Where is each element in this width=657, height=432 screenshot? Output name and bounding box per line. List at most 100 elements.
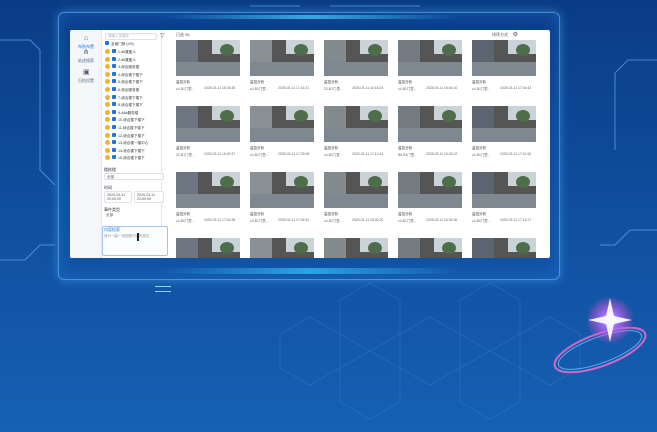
tree-node[interactable]: 10-综合楼下楼下 bbox=[105, 117, 145, 124]
content-search-input[interactable]: 请对一幅/一组图像内容的描述... bbox=[104, 234, 164, 252]
checkbox-icon[interactable] bbox=[112, 102, 116, 107]
sidebar-item-track[interactable]: ⋔ 轨迹搜索 bbox=[70, 49, 102, 64]
checkbox-icon[interactable] bbox=[112, 140, 116, 145]
video-thumbnail[interactable] bbox=[472, 172, 536, 208]
checkbox-icon[interactable] bbox=[112, 64, 116, 69]
tree-node-label: 7-综合楼下楼下 bbox=[118, 95, 143, 100]
checkbox-icon[interactable] bbox=[112, 132, 116, 137]
tree-node[interactable]: 7-综合楼下楼下 bbox=[105, 94, 143, 102]
video-thumbnail[interactable] bbox=[472, 106, 536, 142]
video-thumbnail[interactable] bbox=[250, 106, 314, 142]
video-thumbnail[interactable] bbox=[176, 238, 240, 258]
tree-node-label: 5-综合楼下楼下 bbox=[118, 80, 143, 85]
checkbox-icon[interactable] bbox=[112, 94, 116, 99]
sidebar-item-defense[interactable]: ⌂ 布防布置 bbox=[70, 35, 102, 50]
checkbox-icon[interactable] bbox=[112, 147, 116, 152]
video-thumbnail[interactable] bbox=[398, 40, 462, 76]
checkbox-icon[interactable] bbox=[112, 56, 116, 61]
video-thumbnail[interactable] bbox=[324, 238, 388, 258]
thumbnail-camera: B6-B1门里... bbox=[398, 153, 418, 157]
sort-button[interactable]: 排序方式 bbox=[492, 30, 508, 40]
tree-root[interactable]: 全部门禁 (0/0) bbox=[105, 41, 134, 48]
checkbox-icon[interactable] bbox=[112, 109, 116, 114]
video-thumbnail[interactable] bbox=[324, 172, 388, 208]
video-thumbnail[interactable] bbox=[398, 238, 462, 258]
tree-node[interactable]: 9-A6#服务楼 bbox=[105, 109, 139, 117]
thumbnail-title: 监控分析 bbox=[176, 212, 191, 216]
checkbox-icon[interactable] bbox=[112, 125, 116, 129]
event-type-select[interactable]: 全部 bbox=[106, 213, 113, 218]
filter-icon[interactable]: ▽ bbox=[160, 32, 165, 39]
tree-node[interactable]: 4-综合楼下楼下 bbox=[105, 71, 143, 79]
video-thumbnail[interactable] bbox=[472, 40, 536, 76]
sidebar-item-label: 轨迹搜索 bbox=[78, 58, 94, 63]
folder-icon bbox=[105, 94, 110, 100]
tree-node-label: 15-综合楼下楼下 bbox=[118, 156, 145, 161]
thumbnail-camera: c4-B1门里... bbox=[472, 219, 491, 223]
checkbox-icon[interactable] bbox=[105, 41, 109, 45]
area-select[interactable]: 全部 bbox=[104, 173, 164, 180]
time-end-input[interactable]: 2025-03-11 23:59:59 bbox=[134, 191, 164, 203]
folder-icon bbox=[105, 79, 110, 85]
video-thumbnail[interactable] bbox=[176, 40, 240, 76]
tree-node-label: 8-综合楼下楼下 bbox=[118, 103, 143, 108]
video-thumbnail[interactable] bbox=[176, 106, 240, 142]
settings-icon[interactable]: ⚙ bbox=[513, 30, 518, 40]
thumbnail-timestamp: 2025-03-11 16:34:35 bbox=[204, 86, 236, 90]
folder-icon bbox=[105, 87, 110, 92]
checkbox-icon[interactable] bbox=[112, 71, 116, 76]
tree-node[interactable]: 15-综合楼下楼下 bbox=[105, 155, 145, 162]
video-thumbnail[interactable] bbox=[250, 238, 314, 258]
tree-node-label: 11-综合楼下楼下 bbox=[118, 126, 145, 130]
video-thumbnail[interactable] bbox=[250, 40, 314, 76]
image-icon: ▣ bbox=[83, 69, 90, 76]
tree-node[interactable]: 6-综合服务楼 bbox=[105, 87, 139, 94]
content-search-label: 内容检索 bbox=[104, 227, 120, 232]
video-thumbnail[interactable] bbox=[176, 172, 240, 208]
video-thumbnail[interactable] bbox=[324, 106, 388, 142]
checkbox-icon[interactable] bbox=[112, 155, 116, 160]
tree-node[interactable]: 12-综合楼下楼下 bbox=[105, 132, 145, 140]
thumbnail-timestamp: 2025-03-11 16:44:10 bbox=[426, 86, 458, 90]
thumbnail-title: 监控分析 bbox=[398, 80, 413, 84]
folder-icon bbox=[105, 56, 110, 62]
checkbox-icon[interactable] bbox=[112, 87, 116, 91]
folder-icon bbox=[105, 140, 110, 146]
tree-search-input[interactable]: 请输入关键字 bbox=[105, 33, 157, 40]
thumbnail-title: 监控分析 bbox=[324, 80, 339, 84]
tree-node[interactable]: 5-综合楼下楼下 bbox=[105, 79, 143, 86]
checkbox-icon[interactable] bbox=[112, 117, 116, 122]
sidebar-item-archive[interactable]: ▣ 归档设置 bbox=[70, 69, 102, 84]
tree-node[interactable]: 13-综合楼一楼中心 bbox=[105, 140, 148, 147]
video-thumbnail[interactable] bbox=[324, 40, 388, 76]
folder-icon bbox=[105, 155, 110, 161]
tree-node[interactable]: 1-6#集团人 bbox=[105, 49, 136, 56]
thumbnail-camera: c4-B1门里... bbox=[250, 153, 269, 157]
main-header: 已选 96 排序方式 ⚙ bbox=[170, 30, 550, 40]
checkbox-icon[interactable] bbox=[112, 49, 116, 53]
tree-node-label: 4-综合楼下楼下 bbox=[118, 72, 143, 77]
folder-icon bbox=[105, 132, 110, 138]
thumbnail-title: 监控分析 bbox=[398, 146, 413, 150]
tree-node[interactable]: 11-综合楼下楼下 bbox=[105, 125, 145, 132]
checkbox-icon[interactable] bbox=[112, 79, 116, 84]
thumbnail-camera: c4-B1门里... bbox=[324, 219, 343, 223]
frame-glow-bottom bbox=[160, 268, 460, 274]
thumbnail-timestamp: 2025-03-11 17:14:21 bbox=[278, 86, 310, 90]
tree-node[interactable]: 14-综合楼下楼下 bbox=[105, 147, 145, 155]
tree-node[interactable]: 2-6#集团人 bbox=[105, 56, 136, 64]
thumbnail-camera: 22-B1门里... bbox=[176, 153, 195, 157]
tree-root-label: 全部门禁 (0/0) bbox=[111, 42, 134, 46]
video-thumbnail[interactable] bbox=[398, 172, 462, 208]
text-cursor-icon bbox=[137, 233, 139, 241]
tree-node[interactable]: 8-综合楼下楼下 bbox=[105, 102, 143, 109]
tree-node-label: 9-A6#服务楼 bbox=[118, 110, 139, 115]
thumbnail-timestamp: 2025-03-11 17:12:41 bbox=[352, 152, 384, 156]
video-thumbnail[interactable] bbox=[398, 106, 462, 142]
video-thumbnail[interactable] bbox=[250, 172, 314, 208]
video-thumbnail[interactable] bbox=[472, 238, 536, 258]
selected-count: 已选 96 bbox=[176, 32, 190, 37]
tree-node[interactable]: 3-综合服务楼 bbox=[105, 64, 139, 71]
time-start-input[interactable]: 2025-03-11 00:00:00 bbox=[104, 191, 132, 203]
thumbnail-camera: c4-B1门里... bbox=[176, 87, 195, 91]
